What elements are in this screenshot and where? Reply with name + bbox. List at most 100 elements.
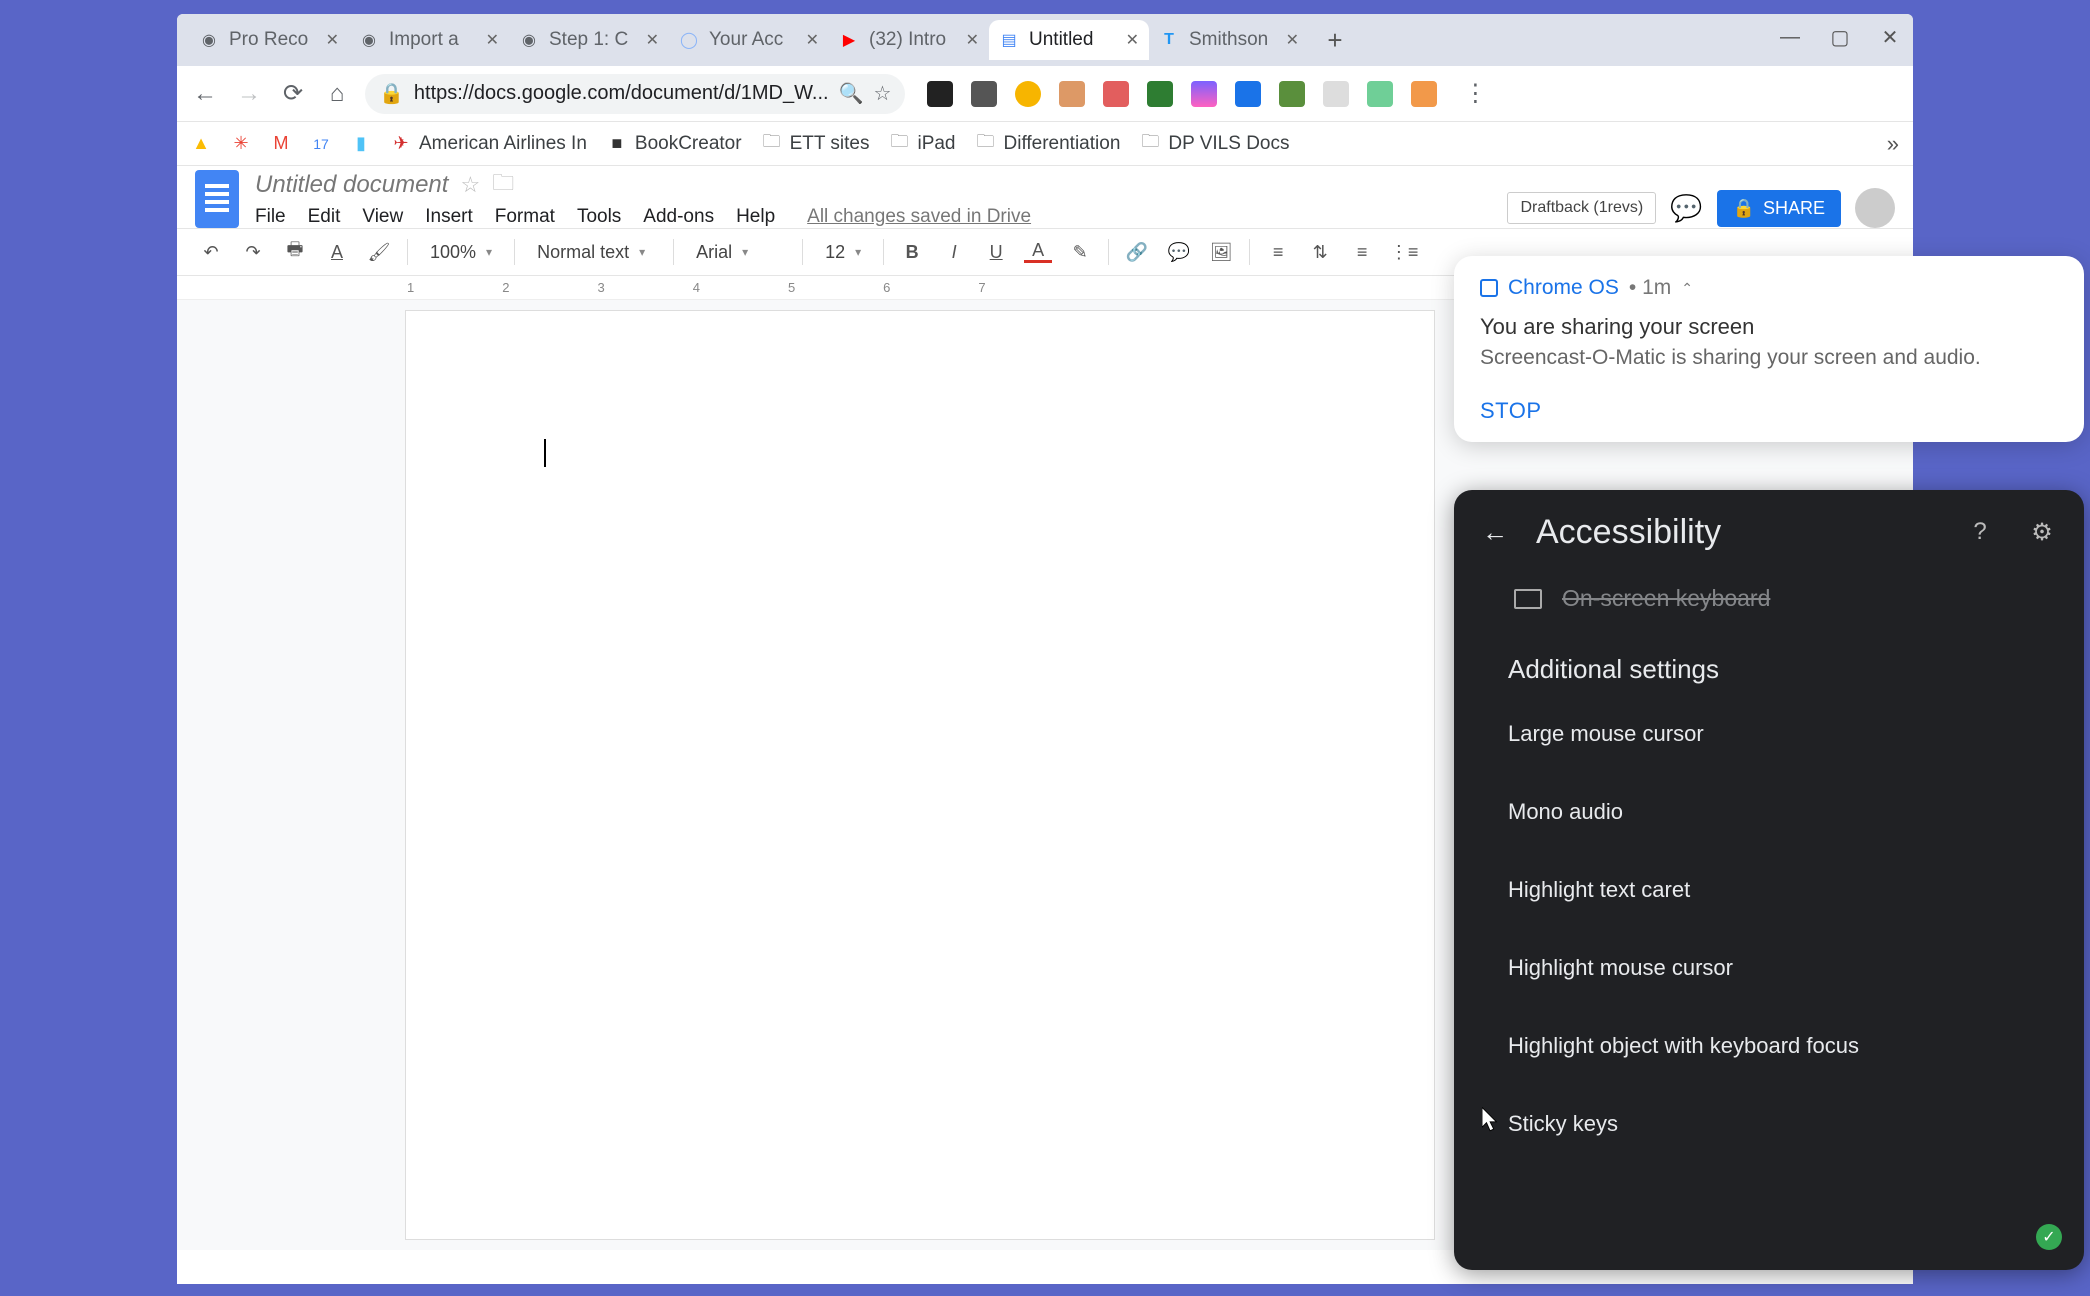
image-button[interactable]: 🖼 <box>1207 238 1235 266</box>
accessibility-item-sticky-keys[interactable]: Sticky keys <box>1454 1085 2084 1163</box>
tab-4[interactable]: ▶ (32) Intro ✕ <box>829 20 989 60</box>
redo-button[interactable]: ↷ <box>239 238 267 266</box>
accessibility-list[interactable]: On-screen keyboard Additional settings L… <box>1454 574 2084 1163</box>
star-icon[interactable]: ☆ <box>873 81 891 106</box>
extension-icon[interactable] <box>971 81 997 107</box>
highlight-button[interactable]: ✎ <box>1066 238 1094 266</box>
star-icon[interactable]: ☆ <box>460 172 480 198</box>
tab-6[interactable]: T Smithson ✕ <box>1149 20 1309 60</box>
back-button[interactable]: ← <box>189 78 221 110</box>
tab-5-active[interactable]: ▤ Untitled ✕ <box>989 20 1149 60</box>
close-icon[interactable]: ✕ <box>806 30 819 50</box>
help-icon[interactable]: ? <box>1960 512 2000 552</box>
maximize-button[interactable]: ▢ <box>1825 22 1855 52</box>
menu-insert[interactable]: Insert <box>425 206 473 228</box>
italic-button[interactable]: I <box>940 238 968 266</box>
document-page[interactable] <box>405 310 1435 1240</box>
extension-icon[interactable] <box>1235 81 1261 107</box>
comments-icon[interactable]: 💬 <box>1670 193 1702 224</box>
close-icon[interactable]: ✕ <box>966 30 979 50</box>
font-select[interactable]: Arial <box>688 238 788 267</box>
bookmarks-overflow[interactable]: » <box>1887 131 1899 157</box>
bookmark-item[interactable]: 🗀DP VILS Docs <box>1140 133 1289 155</box>
bookmark-item[interactable]: ▲ <box>191 134 211 154</box>
style-select[interactable]: Normal text <box>529 238 659 267</box>
omnibox[interactable]: 🔒 https://docs.google.com/document/d/1MD… <box>365 74 905 114</box>
new-tab-button[interactable]: + <box>1317 22 1353 58</box>
close-icon[interactable]: ✕ <box>486 30 499 50</box>
menu-view[interactable]: View <box>362 206 403 228</box>
extension-icon[interactable] <box>1147 81 1173 107</box>
close-icon[interactable]: ✕ <box>646 30 659 50</box>
underline-button[interactable]: U <box>982 238 1010 266</box>
tab-2[interactable]: ◉ Step 1: C ✕ <box>509 20 669 60</box>
print-button[interactable]: 🖶 <box>281 238 309 266</box>
extension-icon[interactable] <box>1059 81 1085 107</box>
bookmark-item[interactable]: M <box>271 134 291 154</box>
bookmark-item[interactable]: ✳ <box>231 134 251 154</box>
bookmark-item[interactable]: 🗀Differentiation <box>976 133 1121 155</box>
menu-format[interactable]: Format <box>495 206 555 228</box>
close-icon[interactable]: ✕ <box>1286 30 1299 50</box>
link-button[interactable]: 🔗 <box>1123 238 1151 266</box>
close-icon[interactable]: ✕ <box>1126 30 1139 50</box>
extension-icon[interactable] <box>927 81 953 107</box>
menu-help[interactable]: Help <box>736 206 775 228</box>
menu-addons[interactable]: Add-ons <box>643 206 714 228</box>
bookmark-item[interactable]: ✈American Airlines In <box>391 133 587 155</box>
forward-button[interactable]: → <box>233 78 265 110</box>
close-icon[interactable]: ✕ <box>326 30 339 50</box>
bookmark-item[interactable]: 🗀iPad <box>889 133 955 155</box>
tab-3[interactable]: ◯ Your Acc ✕ <box>669 20 829 60</box>
bulleted-list-button[interactable]: ⋮≡ <box>1390 238 1418 266</box>
accessibility-item[interactable]: Highlight object with keyboard focus <box>1454 1007 2084 1085</box>
accessibility-item-cutoff[interactable]: On-screen keyboard <box>1454 574 2084 624</box>
close-window-button[interactable]: ✕ <box>1875 22 1905 52</box>
numbered-list-button[interactable]: ≡ <box>1348 238 1376 266</box>
back-arrow-button[interactable]: ← <box>1476 513 1514 551</box>
accessibility-item[interactable]: Mono audio <box>1454 773 2084 851</box>
move-folder-icon[interactable]: 🗀 <box>492 166 514 204</box>
spellcheck-button[interactable]: A <box>323 238 351 266</box>
minimize-button[interactable]: — <box>1775 22 1805 52</box>
undo-button[interactable]: ↶ <box>197 238 225 266</box>
chrome-menu-button[interactable]: ⋮ <box>1459 78 1491 110</box>
extension-icon[interactable] <box>1015 81 1041 107</box>
bookmark-item[interactable]: ■BookCreator <box>607 133 742 155</box>
bookmark-item[interactable]: 17 <box>311 134 331 154</box>
tab-1[interactable]: ◉ Import a ✕ <box>349 20 509 60</box>
zoom-select[interactable]: 100% <box>422 238 500 267</box>
accessibility-item[interactable]: Highlight mouse cursor <box>1454 929 2084 1007</box>
extension-icon[interactable] <box>1279 81 1305 107</box>
text-color-button[interactable]: A <box>1024 241 1052 263</box>
chevron-up-icon[interactable]: ⌃ <box>1681 280 1693 297</box>
tab-0[interactable]: ◉ Pro Reco ✕ <box>189 20 349 60</box>
extension-icon[interactable] <box>1191 81 1217 107</box>
settings-gear-icon[interactable]: ⚙ <box>2022 512 2062 552</box>
accessibility-item[interactable]: Highlight text caret <box>1454 851 2084 929</box>
bold-button[interactable]: B <box>898 238 926 266</box>
paint-format-button[interactable]: 🖌 <box>365 238 393 266</box>
comment-button[interactable]: 💬 <box>1165 238 1193 266</box>
align-button[interactable]: ≡ <box>1264 238 1292 266</box>
share-button[interactable]: 🔒 SHARE <box>1717 190 1841 227</box>
extension-icon[interactable] <box>1103 81 1129 107</box>
menu-tools[interactable]: Tools <box>577 206 621 228</box>
extension-icon[interactable] <box>1367 81 1393 107</box>
fontsize-select[interactable]: 12 <box>817 238 869 267</box>
bookmark-item[interactable]: ▮ <box>351 134 371 154</box>
home-button[interactable]: ⌂ <box>321 78 353 110</box>
stop-sharing-button[interactable]: STOP <box>1480 398 2058 424</box>
account-avatar[interactable] <box>1855 188 1895 228</box>
draftback-button[interactable]: Draftback (1revs) <box>1507 192 1656 224</box>
line-spacing-button[interactable]: ⇅ <box>1306 238 1334 266</box>
docs-logo-icon[interactable] <box>195 170 239 228</box>
menu-file[interactable]: File <box>255 206 286 228</box>
search-icon[interactable]: 🔍 <box>839 81 864 106</box>
extension-icon[interactable] <box>1323 81 1349 107</box>
extension-icon[interactable] <box>1411 81 1437 107</box>
reload-button[interactable]: ⟳ <box>277 78 309 110</box>
bookmark-item[interactable]: 🗀ETT sites <box>762 133 870 155</box>
document-title[interactable]: Untitled document <box>255 171 448 199</box>
menu-edit[interactable]: Edit <box>308 206 341 228</box>
